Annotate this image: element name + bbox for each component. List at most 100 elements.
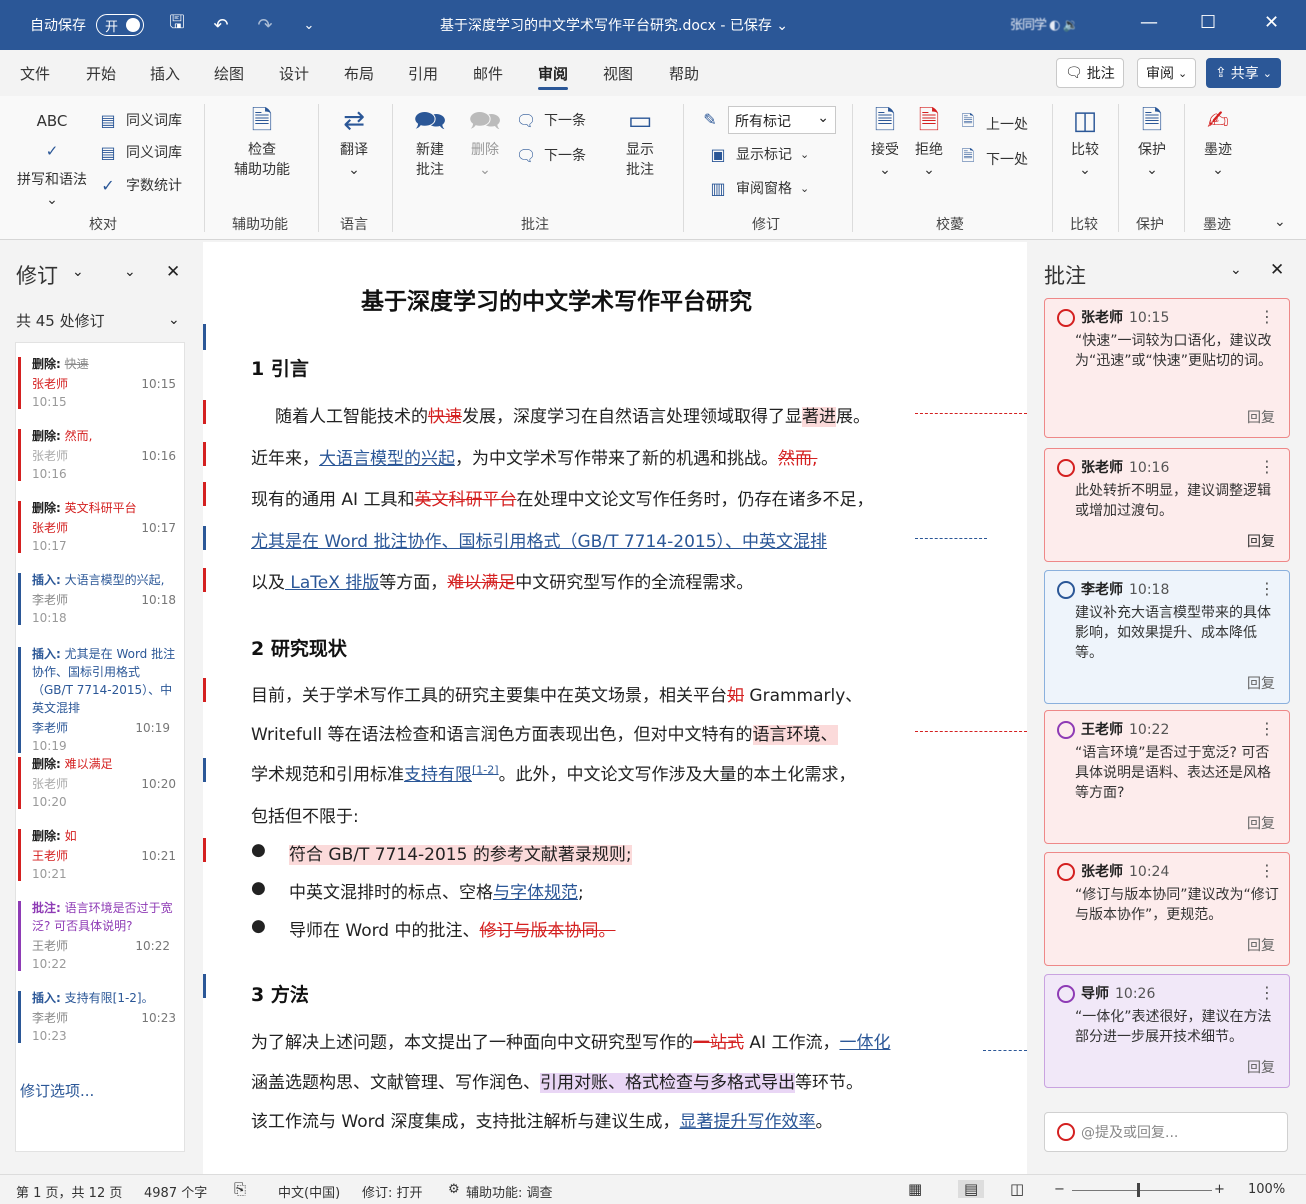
reviewing-pane-button[interactable]: ▥ 审阅窗格 ⌄ [708,178,809,198]
zoom-level[interactable]: 100% [1248,1182,1285,1197]
spelling-grammar-button[interactable]: ABC ✓ 拼写和语法 ⌄ [12,106,92,210]
more-options-icon[interactable]: ⋮ [1259,861,1275,880]
tab-mailings[interactable]: 邮件 [473,63,503,84]
ink-button[interactable]: ✍ 墨迹 ⌄ [1192,106,1244,180]
tab-insert[interactable]: 插入 [150,63,180,84]
delete-comment-button[interactable]: 🗪 删除 ⌄ [458,106,512,180]
word-count-button[interactable]: ✓ 字数统计 [98,175,182,195]
previous-change-button[interactable]: 🗎 上一处 [958,110,1028,137]
comment-card[interactable]: 张老师 10:24 ⋮ “修订与版本协同”建议改为“修订与版本协作”，更规范。 回… [1044,852,1290,966]
tab-help[interactable]: 帮助 [669,63,699,84]
reply-button[interactable]: 回复 [1247,531,1275,551]
zoom-slider[interactable] [1072,1190,1212,1191]
tab-file[interactable]: 文件 [20,63,50,84]
comment-card[interactable]: 李老师 10:18 ⋮ 建议补充大语言模型带来的具体影响，如效果提升、成本降低等。… [1044,570,1290,704]
revision-item[interactable]: 插入: 支持有限[1-2]。 李老师 10:23 10:23 [16,989,184,1045]
tab-review[interactable]: 审阅 [538,63,569,90]
show-markup-button[interactable]: ▣ 显示标记 ⌄ [708,144,809,164]
revision-item[interactable]: 删除: 如 王老师 10:21 10:21 [16,827,184,883]
accept-button[interactable]: 🗎 接受 ⌄ [862,106,908,180]
zoom-slider-thumb[interactable] [1137,1183,1140,1197]
language-indicator[interactable]: 中文(中国) [278,1182,340,1201]
autosave-state: 开 [105,19,119,35]
comments-button[interactable]: 🗨 批注 [1056,58,1124,88]
reply-button[interactable]: 回复 [1247,673,1275,693]
chevron-down-icon[interactable]: ⌄ [1230,262,1242,278]
translate-button[interactable]: ⇄ 翻译 ⌄ [326,106,382,180]
thesaurus-button-2[interactable]: ▤ 同义词库 [98,142,182,162]
mention-reply-input[interactable]: @提及或回复... [1044,1112,1288,1152]
reply-button[interactable]: 回复 [1247,935,1275,955]
tab-home[interactable]: 开始 [86,63,116,84]
review-mode-button[interactable]: 审阅 ⌄ [1137,58,1197,88]
revision-item[interactable]: 插入: 大语言模型的兴起, 李老师 10:18 10:18 [16,571,184,627]
track-changes-status[interactable]: 修订: 打开 [362,1182,423,1201]
chevron-down-icon[interactable]: ⌄ [72,264,84,280]
document-title[interactable]: 基于深度学习的中文学术写作平台研究.docx - 已保存 ⌄ [440,15,788,35]
tab-design[interactable]: 设计 [279,63,309,84]
more-options-icon[interactable]: ⋮ [1259,579,1275,598]
tab-view[interactable]: 视图 [603,63,633,84]
print-layout-icon[interactable]: ▤ [958,1180,985,1198]
revision-item[interactable]: 删除: 英文科研平台 张老师 10:17 10:17 [16,499,184,555]
track-changes-button[interactable]: ✎ [700,110,720,129]
close-icon[interactable]: ✕ [1270,260,1284,280]
undo-icon[interactable]: ↶ [210,15,232,36]
next-change-button[interactable]: 🗎 下一处 [958,145,1028,172]
close-icon[interactable]: ✕ [1264,12,1279,33]
tab-draw[interactable]: 绘图 [214,63,244,84]
revision-options-link[interactable]: 修订选项... [20,1080,94,1101]
reply-button[interactable]: 回复 [1247,813,1275,833]
more-options-icon[interactable]: ⋮ [1259,457,1275,476]
more-options-icon[interactable]: ⋮ [1259,307,1275,326]
word-count[interactable]: 4987 个字 [144,1182,207,1201]
accessibility-status[interactable]: 辅助功能: 调查 [466,1182,553,1201]
reject-button[interactable]: 🗎 拒绝 ⌄ [908,106,950,180]
page-indicator[interactable]: 第 1 页，共 12 页 [16,1182,122,1201]
tab-references[interactable]: 引用 [408,63,438,84]
zoom-out-icon[interactable]: − [1054,1182,1065,1197]
markup-view-select[interactable]: 所有标记 ⌄ [728,106,836,134]
web-layout-icon[interactable]: ◫ [1010,1180,1024,1198]
comment-card[interactable]: 张老师 10:16 ⋮ 此处转折不明显，建议调整逻辑或增加过渡句。 回复 [1044,448,1290,562]
next-comment-button[interactable]: 🗨 下一条 [516,110,586,130]
document-page[interactable]: 基于深度学习的中文学术写作平台研究 1 引言 随着人工智能技术的快速发展，深度学… [203,242,1027,1174]
minimize-icon[interactable]: — [1140,12,1158,33]
save-icon[interactable]: 🖫 [166,10,188,40]
zoom-in-icon[interactable]: + [1214,1182,1225,1197]
deleted-text: 修订与版本协同 [479,921,599,941]
comment-card[interactable]: 王老师 10:22 ⋮ “语言环境”是否过于宽泛? 可否具体说明是语料、表达还是风… [1044,710,1290,844]
user-account[interactable]: 张同学 ◐ 🔉 [1010,14,1079,33]
citation-marker[interactable]: [1-2] [472,763,499,776]
comment-card[interactable]: 导师 10:26 ⋮ “一体化”表述很好，建议在方法部分进一步展开技术细节。 回复 [1044,974,1290,1088]
proofing-icon[interactable]: ⎘ [234,1180,246,1198]
revision-item[interactable]: 删除: 快速 张老师 10:15 10:15 [16,355,184,411]
share-button[interactable]: ⇪ 共享 ⌄ [1206,58,1281,88]
protect-button[interactable]: 🗎 保护 ⌄ [1126,106,1178,180]
customize-qat-icon[interactable]: ⌄ [298,18,320,33]
comment-card[interactable]: 张老师 10:15 ⋮ “快速”一词较为口语化，建议改为“迅速”或“快速”更贴切的… [1044,298,1290,438]
collapse-ribbon-icon[interactable]: ⌄ [1274,214,1286,230]
read-mode-icon[interactable]: ▦ [908,1180,922,1198]
reply-button[interactable]: 回复 [1247,407,1275,427]
close-icon[interactable]: ✕ [166,262,180,282]
show-comments-button[interactable]: ▭ 显示 批注 [612,106,668,180]
new-comment-button[interactable]: 🗪 新建 批注 [402,106,458,180]
revision-item[interactable]: 批注: 语言环境是否过于宽泛? 可否具体说明? 王老师 10:22 10:22 [16,899,184,973]
more-options-icon[interactable]: ⋮ [1259,719,1275,738]
redo-icon[interactable]: ↷ [254,15,276,36]
previous-comment-button[interactable]: 🗨 下一条 [516,145,586,165]
tab-layout[interactable]: 布局 [344,63,374,84]
check-accessibility-button[interactable]: 🗎 检查 辅助功能 [222,106,302,180]
autosave-toggle[interactable]: 开 [96,14,144,36]
chevron-down-icon[interactable]: ⌄ [168,312,180,328]
chevron-down-icon[interactable]: ⌄ [124,264,136,280]
reply-button[interactable]: 回复 [1247,1057,1275,1077]
revision-item[interactable]: 删除: 难以满足 张老师 10:20 10:20 [16,755,184,811]
compare-button[interactable]: ◫ 比较 ⌄ [1060,106,1110,180]
more-options-icon[interactable]: ⋮ [1259,983,1275,1002]
thesaurus-button-1[interactable]: ▤ 同义词库 [98,110,182,130]
revision-item[interactable]: 删除: 然而, 张老师 10:16 10:16 [16,427,184,483]
revision-item[interactable]: 插入: 尤其是在 Word 批注协作、国标引用格式（GB/T 7714-2015… [16,645,184,755]
maximize-icon[interactable]: ☐ [1200,12,1216,33]
